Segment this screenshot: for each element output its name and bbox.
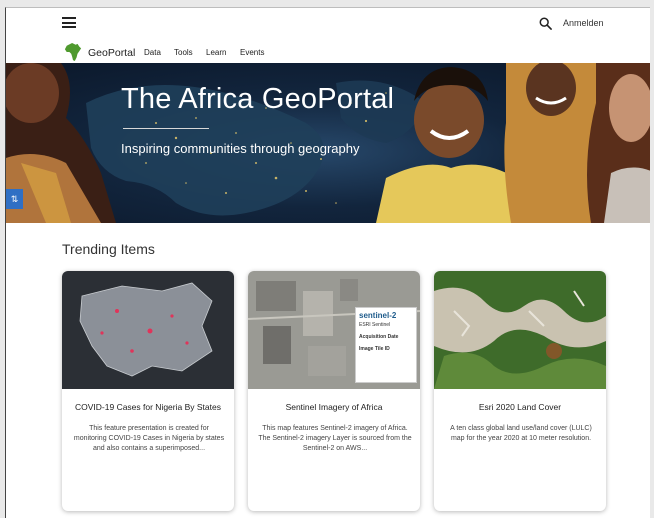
hero-subtitle: Inspiring communities through geography — [121, 141, 360, 156]
trending-card-land-cover[interactable]: Esri 2020 Land Cover A ten class global … — [434, 271, 606, 511]
nav-item-tools[interactable]: Tools — [174, 48, 193, 57]
popup-row: Acquisition Date — [359, 334, 399, 340]
card-title[interactable]: Sentinel Imagery of Africa — [254, 402, 414, 412]
hero-title: The Africa GeoPortal — [121, 83, 395, 115]
sentinel-popup: sentinel-2 ESRI Sentinel Acquisition Dat… — [355, 307, 417, 383]
side-panel-toggle-icon[interactable]: ⇅ — [6, 189, 23, 209]
card-title[interactable]: Esri 2020 Land Cover — [440, 402, 600, 412]
browser-page: Anmelden GeoPortal Data Tools Learn Even… — [5, 7, 650, 518]
popup-heading: sentinel-2 — [359, 311, 397, 320]
main-nav: GeoPortal Data Tools Learn Events — [6, 33, 650, 63]
hero-divider — [123, 128, 209, 129]
hero-banner: The Africa GeoPortal Inspiring communiti… — [6, 63, 650, 223]
hamburger-menu-icon[interactable] — [62, 17, 76, 28]
popup-row: Image Tile ID — [359, 346, 390, 352]
section-title: Trending Items — [62, 241, 155, 257]
card-title[interactable]: COVID-19 Cases for Nigeria By States — [68, 402, 228, 412]
nav-item-data[interactable]: Data — [144, 48, 161, 57]
card-thumbnail — [434, 271, 606, 389]
card-thumbnail: sentinel-2 ESRI Sentinel Acquisition Dat… — [248, 271, 420, 389]
nav-item-events[interactable]: Events — [240, 48, 264, 57]
card-description: This feature presentation is created for… — [73, 425, 225, 452]
card-description: A ten class global land use/land cover (… — [450, 425, 592, 442]
card-thumbnail — [62, 271, 234, 389]
card-description: This map features Sentinel-2 imagery of … — [258, 425, 412, 452]
top-bar: Anmelden — [6, 8, 650, 30]
nav-item-learn[interactable]: Learn — [206, 48, 226, 57]
trending-card-sentinel[interactable]: sentinel-2 ESRI Sentinel Acquisition Dat… — [248, 271, 420, 511]
search-icon[interactable] — [539, 17, 552, 30]
trending-card-covid[interactable]: COVID-19 Cases for Nigeria By States Thi… — [62, 271, 234, 511]
africa-logo-icon[interactable] — [64, 42, 82, 62]
sign-in-link[interactable]: Anmelden — [563, 18, 604, 28]
popup-sub: ESRI Sentinel — [359, 322, 391, 328]
brand-name[interactable]: GeoPortal — [88, 47, 135, 59]
